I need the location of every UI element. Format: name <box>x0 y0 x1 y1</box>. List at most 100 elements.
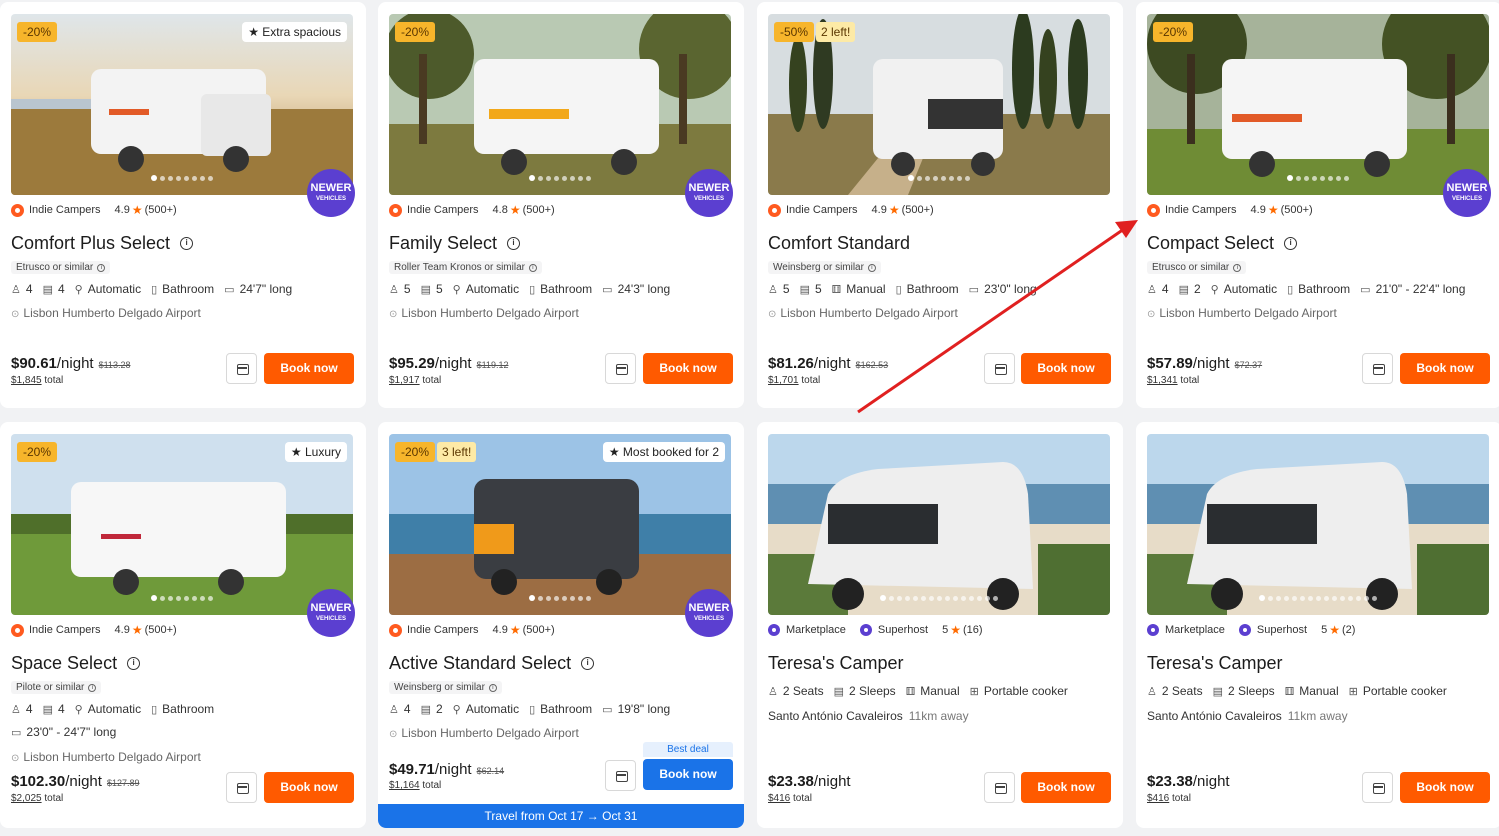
calendar-button[interactable] <box>984 353 1015 384</box>
newer-vehicles-badge: NEWER VEHICLES <box>685 169 733 217</box>
book-now-button[interactable]: Book now <box>1021 772 1111 803</box>
discount-badge: -20% <box>1153 22 1194 42</box>
feature-tag: ★ Luxury <box>284 442 347 462</box>
price: $57.89/night $72.37 <box>1147 355 1263 372</box>
book-now-button[interactable]: Book now <box>643 759 733 790</box>
carousel-dots[interactable] <box>1147 175 1489 181</box>
carousel-dots[interactable] <box>11 595 353 601</box>
star-icon: ★ <box>888 203 900 217</box>
listing-title[interactable]: Compact Select i <box>1147 233 1298 254</box>
bed-icon: ▤ <box>42 283 53 296</box>
book-now-button[interactable]: Book now <box>1400 353 1490 384</box>
toilet-icon: ▯ <box>529 283 536 296</box>
price: $49.71/night $62.14 <box>389 761 505 778</box>
info-icon: i <box>1233 263 1242 272</box>
vehicle-photo[interactable]: -20% ★ Luxury <box>11 434 353 615</box>
listing-card[interactable]: -20% NEWER VEHICLES Indie Campers 4.8 ★ (500… <box>378 2 744 408</box>
info-icon[interactable]: i <box>180 237 194 250</box>
toilet-icon: ▯ <box>151 703 158 716</box>
similar-model: Etrusco or similar i <box>11 261 111 274</box>
total-price[interactable]: $1,341 total <box>1147 375 1199 386</box>
book-now-button[interactable]: Book now <box>643 353 733 384</box>
calendar-button[interactable] <box>605 353 636 384</box>
listing-card[interactable]: -20% NEWER VEHICLES Indie Campers 4.9 ★ (500… <box>1136 2 1499 408</box>
total-price[interactable]: $1,917 total <box>389 375 441 386</box>
carousel-dots[interactable] <box>768 175 1110 181</box>
listing-title[interactable]: Active Standard Select i <box>389 653 595 674</box>
book-now-button[interactable]: Book now <box>264 772 354 803</box>
length-icon: ▭ <box>11 726 22 739</box>
book-now-button[interactable]: Book now <box>264 353 354 384</box>
seat-icon: ♙ <box>11 703 21 716</box>
listing-title[interactable]: Teresa's Camper <box>768 653 903 674</box>
listing-title[interactable]: Family Select i <box>389 233 521 254</box>
total-price[interactable]: $1,164 total <box>389 780 441 791</box>
bed-icon: ▤ <box>1178 283 1189 296</box>
carousel-dots[interactable] <box>11 175 353 181</box>
vehicle-photo[interactable] <box>1147 434 1489 615</box>
book-now-button[interactable]: Book now <box>1021 353 1111 384</box>
star-icon: ★ <box>950 623 961 637</box>
listing-card[interactable]: -50% 2 left! Indie Campers 4.9 ★ (500+) Com… <box>757 2 1123 408</box>
similar-model: Roller Team Kronos or similar i <box>389 261 542 274</box>
calendar-button[interactable] <box>605 760 636 791</box>
info-icon[interactable]: i <box>1284 237 1298 250</box>
discount-badge: -20% <box>17 22 58 42</box>
listing-card[interactable]: -20% ★ Luxury NEWER VEHICLES Indie Camper… <box>0 422 366 828</box>
book-now-button[interactable]: Book now <box>1400 772 1490 803</box>
feature-tag: ★ Extra spacious <box>242 22 347 42</box>
listing-title[interactable]: Comfort Plus Select i <box>11 233 194 254</box>
vehicle-photo[interactable]: -20% <box>389 14 731 195</box>
discount-badge: -20% <box>395 442 436 462</box>
carousel-dots[interactable] <box>1147 595 1489 601</box>
provider-meta: Indie Campers 4.9 ★ (500+) <box>1147 203 1313 217</box>
listing-card[interactable]: Marketplace Superhost 5 ★ (2) Teresa's Campe… <box>1136 422 1499 828</box>
features-row: ♙ 4 ▤ 2 ⚲ Automatic ▯ Bathroom ▭ 19'8" long <box>389 702 671 716</box>
listing-title[interactable]: Comfort Standard <box>768 233 910 254</box>
info-icon[interactable]: i <box>507 237 521 250</box>
carousel-dots[interactable] <box>389 175 731 181</box>
manual-gear-icon: ⚅ <box>905 685 916 698</box>
listing-card[interactable]: -20% ★ Extra spacious NEWER VEHICLES Indi… <box>0 2 366 408</box>
carousel-dots[interactable] <box>768 595 1110 601</box>
calendar-button[interactable] <box>226 772 257 803</box>
total-price[interactable]: $1,701 total <box>768 375 820 386</box>
bed-icon: ▤ <box>42 703 53 716</box>
carousel-dots[interactable] <box>389 595 731 601</box>
total-price[interactable]: $416 total <box>1147 793 1191 804</box>
info-icon[interactable]: i <box>127 657 141 670</box>
calendar-button[interactable] <box>984 772 1015 803</box>
discount-badge: -20% <box>17 442 58 462</box>
location-pin-icon: ⊙ <box>1147 309 1156 320</box>
calendar-button[interactable] <box>226 353 257 384</box>
calendar-button[interactable] <box>1362 772 1393 803</box>
total-price[interactable]: $2,025 total <box>11 793 63 804</box>
vehicle-photo[interactable]: -20% 3 left! ★ Most booked for 2 <box>389 434 731 615</box>
listing-title[interactable]: Teresa's Camper <box>1147 653 1282 674</box>
travel-dates-banner[interactable]: Travel from Oct 17 → Oct 31 <box>378 804 744 828</box>
price: $23.38/night <box>1147 773 1230 790</box>
info-icon: i <box>528 263 537 272</box>
similar-model: Weinsberg or similar i <box>389 681 502 694</box>
gear-shift-icon: ⚲ <box>452 703 461 716</box>
total-price[interactable]: $416 total <box>768 793 812 804</box>
listing-card[interactable]: Marketplace Superhost 5 ★ (16) Teresa's Camp… <box>757 422 1123 828</box>
total-price[interactable]: $1,845 total <box>11 375 63 386</box>
listing-title[interactable]: Space Select i <box>11 653 141 674</box>
listing-card[interactable]: -20% 3 left! ★ Most booked for 2 NEWER VE… <box>378 422 744 828</box>
gear-shift-icon: ⚲ <box>74 283 83 296</box>
vehicle-photo[interactable]: -50% 2 left! <box>768 14 1110 195</box>
length-icon: ▭ <box>1360 283 1371 296</box>
marketplace-icon <box>768 624 780 636</box>
calendar-button[interactable] <box>1362 353 1393 384</box>
price: $81.26/night $162.53 <box>768 355 889 372</box>
price: $102.30/night $127.89 <box>11 773 140 790</box>
listings-grid: -20% ★ Extra spacious NEWER VEHICLES Indi… <box>0 0 1499 836</box>
vehicle-photo[interactable]: -20% ★ Extra spacious <box>11 14 353 195</box>
info-icon[interactable]: i <box>581 657 595 670</box>
features-row: ♙ 4 ▤ 4 ⚲ Automatic ▯ Bathroom <box>11 702 215 716</box>
vehicle-photo[interactable]: -20% <box>1147 14 1489 195</box>
newer-vehicles-badge: NEWER VEHICLES <box>307 589 355 637</box>
provider-meta: Indie Campers 4.9 ★ (500+) <box>768 203 934 217</box>
vehicle-photo[interactable] <box>768 434 1110 615</box>
